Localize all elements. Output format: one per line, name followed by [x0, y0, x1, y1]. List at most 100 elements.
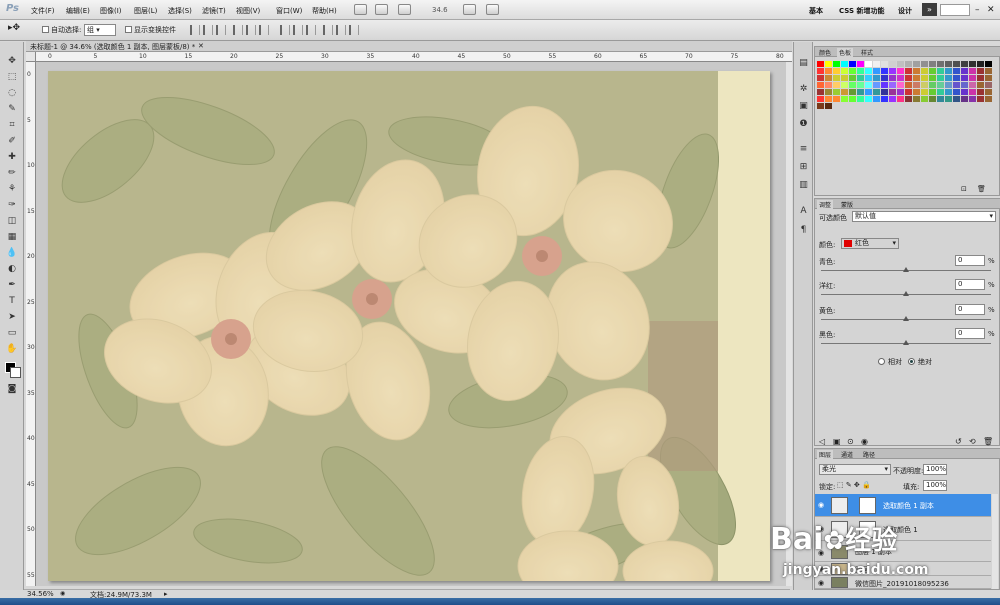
black-input[interactable]: 0	[955, 328, 985, 339]
swatch-cell[interactable]	[945, 61, 952, 67]
swatch-cell[interactable]	[985, 82, 992, 88]
swatch-cell[interactable]	[889, 82, 896, 88]
swatch-cell[interactable]	[825, 61, 832, 67]
swatch-cell[interactable]	[857, 82, 864, 88]
swatch-cell[interactable]	[841, 75, 848, 81]
info-panel-icon[interactable]: ▣	[797, 101, 810, 112]
marquee-tool-icon[interactable]: ⬚	[4, 70, 20, 84]
eye-icon[interactable]: ◉	[818, 579, 824, 587]
black-slider-thumb[interactable]	[903, 340, 909, 345]
swatch-cell[interactable]	[961, 75, 968, 81]
menu-select[interactable]: 选择(S)	[168, 6, 192, 16]
paragraph-panel-icon[interactable]: ¶	[797, 225, 810, 236]
workspace-basic[interactable]: 基本	[809, 6, 823, 16]
swatch-cell[interactable]	[977, 82, 984, 88]
swatch-cell[interactable]	[897, 61, 904, 67]
tab-paths[interactable]: 路径	[861, 450, 877, 459]
swatch-cell[interactable]	[817, 89, 824, 95]
distribute-right-icon[interactable]	[349, 25, 359, 35]
swatch-cell[interactable]	[969, 96, 976, 102]
swatch-cell[interactable]	[929, 75, 936, 81]
opacity-input[interactable]: 100%	[923, 464, 947, 475]
layers-scrollbar[interactable]	[992, 494, 998, 589]
swatch-cell[interactable]	[881, 75, 888, 81]
background-color-swatch[interactable]	[10, 367, 21, 378]
swatch-cell[interactable]	[977, 61, 984, 67]
swatch-cell[interactable]	[977, 96, 984, 102]
quick-select-tool-icon[interactable]: ✎	[4, 102, 20, 116]
canvas-vertical-scrollbar[interactable]	[786, 62, 792, 586]
swatch-cell[interactable]	[905, 68, 912, 74]
swatch-cell[interactable]	[833, 96, 840, 102]
type-tool-icon[interactable]: T	[4, 294, 20, 308]
swatch-cell[interactable]	[865, 82, 872, 88]
swatch-cell[interactable]	[953, 68, 960, 74]
swatch-cell[interactable]	[937, 96, 944, 102]
swatch-cell[interactable]	[945, 82, 952, 88]
crop-tool-icon[interactable]: ⌗	[4, 118, 20, 132]
swatch-cell[interactable]	[825, 75, 832, 81]
swatch-cell[interactable]	[833, 75, 840, 81]
swatch-cell[interactable]	[833, 89, 840, 95]
swatch-cell[interactable]	[881, 68, 888, 74]
lock-icons[interactable]: ⬚ ✎ ✥ 🔒	[837, 481, 871, 489]
close-window-icon[interactable]: ✕	[987, 5, 995, 15]
swatch-cell[interactable]	[929, 68, 936, 74]
swatch-cell[interactable]	[825, 68, 832, 74]
minibridge-icon[interactable]	[375, 4, 388, 15]
swatch-cell[interactable]	[849, 89, 856, 95]
swatch-cell[interactable]	[865, 75, 872, 81]
swatch-cell[interactable]	[817, 61, 824, 67]
align-left-icon[interactable]	[233, 25, 243, 35]
swatch-cell[interactable]	[921, 61, 928, 67]
swatch-cell[interactable]	[937, 75, 944, 81]
swatch-cell[interactable]	[977, 89, 984, 95]
swatch-cell[interactable]	[881, 82, 888, 88]
swatch-cell[interactable]	[985, 75, 992, 81]
reset-icon[interactable]: ↺	[955, 437, 962, 446]
swatch-cell[interactable]	[985, 68, 992, 74]
swatch-cell[interactable]	[849, 68, 856, 74]
swatch-cell[interactable]	[881, 61, 888, 67]
ruler-origin[interactable]	[26, 52, 36, 62]
canvas-area[interactable]	[36, 62, 792, 586]
align-hcenter-icon[interactable]	[246, 25, 256, 35]
expand-view-icon[interactable]: ▣	[833, 437, 841, 446]
magenta-slider-thumb[interactable]	[903, 291, 909, 296]
clone-source-icon[interactable]: ⊞	[797, 162, 810, 173]
menu-edit[interactable]: 编辑(E)	[66, 6, 90, 16]
menu-file[interactable]: 文件(F)	[31, 6, 55, 16]
delete-swatch-icon[interactable]: 🗑	[977, 185, 986, 193]
move-tool-icon[interactable]: ✥	[4, 54, 20, 68]
character-panel-icon[interactable]: A	[797, 206, 810, 217]
swatch-cell[interactable]	[921, 89, 928, 95]
swatch-cell[interactable]	[865, 89, 872, 95]
swatch-cell[interactable]	[833, 61, 840, 67]
distribute-bottom-icon[interactable]	[306, 25, 316, 35]
swatch-cell[interactable]	[841, 89, 848, 95]
swatch-cell[interactable]	[921, 75, 928, 81]
menu-filter[interactable]: 滤镜(T)	[202, 6, 226, 16]
swatch-cell[interactable]	[985, 61, 992, 67]
swatch-cell[interactable]	[913, 75, 920, 81]
magenta-input[interactable]: 0	[955, 279, 985, 290]
swatch-cell[interactable]	[945, 89, 952, 95]
lasso-tool-icon[interactable]: ◌	[4, 86, 20, 100]
blur-tool-icon[interactable]: 💧	[4, 246, 20, 260]
swatch-cell[interactable]	[833, 68, 840, 74]
back-arrow-icon[interactable]: ◁	[819, 437, 825, 446]
reset-default-icon[interactable]: ⟲	[969, 437, 976, 446]
move-tool-preset-icon[interactable]: ▸✥	[8, 23, 20, 33]
cyan-input[interactable]: 0	[955, 255, 985, 266]
yellow-slider-thumb[interactable]	[903, 316, 909, 321]
swatch-cell[interactable]	[897, 89, 904, 95]
swatch-cell[interactable]	[857, 96, 864, 102]
swatch-cell[interactable]	[881, 96, 888, 102]
blend-mode-dropdown[interactable]: 柔光 ▾	[819, 464, 891, 475]
distribute-left-icon[interactable]	[323, 25, 333, 35]
fill-input[interactable]: 100%	[923, 480, 947, 491]
absolute-radio[interactable]	[908, 358, 915, 365]
swatch-cell[interactable]	[857, 89, 864, 95]
gradient-tool-icon[interactable]: ▦	[4, 230, 20, 244]
swatch-cell[interactable]	[841, 61, 848, 67]
